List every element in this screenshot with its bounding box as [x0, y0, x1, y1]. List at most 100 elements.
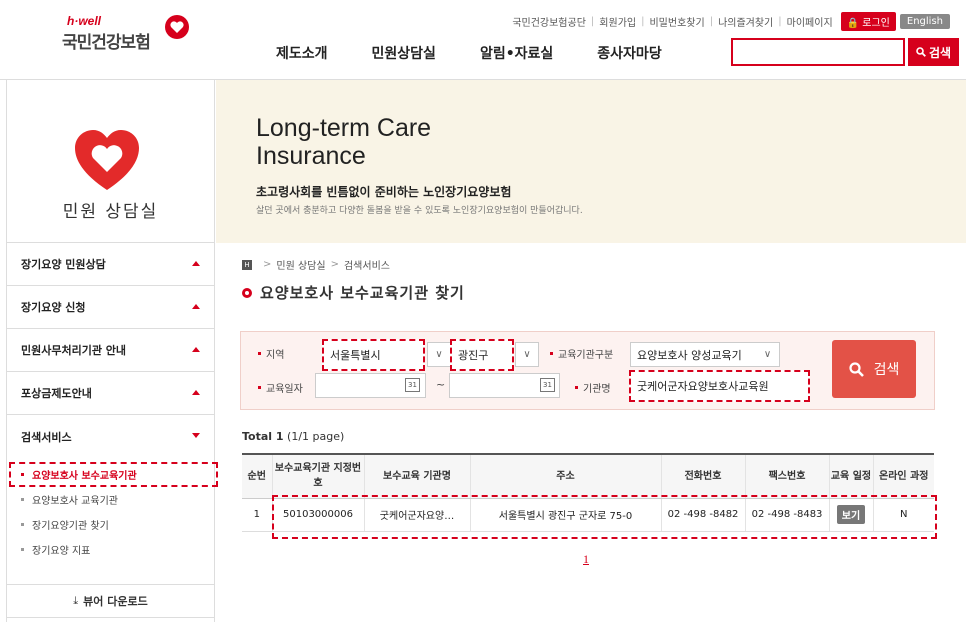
submenu-item-training-institution[interactable]: 요양보호사 교육기관 [7, 487, 214, 512]
nav-notice[interactable]: 알림•자료실 [480, 43, 553, 63]
menu-label: 장기요양 민원상담 [21, 258, 106, 271]
category-label: 교육기관구분 [550, 346, 613, 361]
english-button[interactable]: English [899, 14, 950, 29]
logo-name: 국민건강보험 [62, 33, 151, 53]
header: h·well 국민건강보험 국민건강보험공단 | 회원가입 | 비밀번호찾기 | 나의… [0, 0, 966, 80]
logo[interactable]: h·well 국민건강보험 [62, 14, 192, 64]
breadcrumb-item[interactable]: 검색서비스 [344, 257, 390, 272]
chevron-up-icon [192, 347, 200, 352]
menu-label: 민원사무처리기관 안내 [21, 344, 127, 357]
search-submit-button[interactable]: 검색 [832, 340, 916, 398]
link-find-password[interactable]: 비밀번호찾기 [649, 14, 704, 29]
header-search-button[interactable]: 검색 [908, 38, 959, 66]
circle-bullet-icon [242, 287, 252, 298]
col-header-institution-name: 보수교육 기관명 [363, 453, 470, 499]
nav-intro[interactable]: 제도소개 [276, 43, 328, 63]
total-count-value: 1 [275, 430, 284, 443]
col-header-designation-no: 보수교육기관 지정번호 [271, 453, 364, 499]
bullet-icon [21, 523, 24, 526]
heart-logo-icon [75, 130, 139, 190]
chevron-down-icon: ∨ [435, 349, 443, 360]
cell-institution-name[interactable]: 굿케어군자요양… [363, 498, 470, 532]
menu-label: 포상금제도안내 [21, 387, 92, 400]
table-row: 1 50103000006 굿케어군자요양… 서울특별시 광진구 군자로 75-… [242, 498, 934, 532]
header-search-input[interactable] [731, 38, 905, 66]
cell-phone: 02 -498 -8482 [660, 498, 745, 532]
date-label: 교육일자 [258, 380, 303, 395]
chevron-down-icon: ∨ [763, 349, 772, 360]
heart-logo-icon [165, 15, 189, 39]
total-count: Total 1 (1/1 page) [242, 430, 345, 443]
cell-schedule: 보기 [828, 498, 873, 532]
col-header-address: 주소 [469, 453, 661, 499]
table-header-row: 순번 보수교육기관 지정번호 보수교육 기관명 주소 전화번호 팩스번호 교육 … [242, 453, 934, 499]
link-nhis[interactable]: 국민건강보험공단 [512, 14, 586, 29]
menu-search-service[interactable]: 검색서비스 [7, 415, 214, 458]
bullet-icon [21, 473, 24, 476]
submenu-item-find-ltc-facility[interactable]: 장기요양기관 찾기 [7, 512, 214, 537]
district-dropdown-arrow[interactable]: ∨ [515, 342, 539, 367]
region-select[interactable]: 서울특별시 [322, 339, 425, 371]
home-icon[interactable]: H [242, 259, 252, 270]
cell-no: 1 [242, 498, 272, 532]
banner-title: Long-term Care Insurance [256, 114, 431, 170]
chevron-up-icon [192, 390, 200, 395]
submenu-item-ltc-indicator[interactable]: 장기요양 지표 [7, 537, 214, 562]
login-label: 로그인 [862, 18, 890, 29]
breadcrumb-item[interactable]: 민원 상담실 [276, 257, 325, 272]
org-name-input[interactable]: 굿케어군자요양보호사교육원 [629, 370, 810, 402]
viewer-download-button[interactable]: ⤓ 뷰어 다운로드 [7, 584, 214, 618]
submenu-label: 요양보호사 보수교육기관 [32, 471, 137, 482]
search-submit-label: 검색 [873, 362, 900, 378]
search-icon [849, 361, 864, 377]
banner-title-line1: Long-term Care [256, 114, 432, 142]
sidebar-title: 민원 상담실 [62, 202, 159, 222]
login-button[interactable]: 🔒 로그인 [840, 12, 896, 31]
menu-civil-office[interactable]: 민원사무처리기관 안내 [7, 329, 214, 372]
page-title-text: 요양보호사 보수교육기관 찾기 [260, 284, 465, 302]
logo-hwell: h·well [67, 14, 102, 28]
search-button-label: 검색 [928, 45, 952, 60]
menu-label: 장기요양 신청 [21, 301, 86, 314]
region-label: 지역 [258, 346, 284, 361]
calendar-icon[interactable]: 31 [405, 378, 420, 392]
org-name-label: 기관명 [575, 380, 611, 395]
col-header-no: 순번 [242, 453, 272, 499]
breadcrumb: H > 민원 상담실 > 검색서비스 [242, 257, 390, 272]
category-dropdown-arrow[interactable]: ∨ [756, 342, 780, 367]
page-info: (1/1 page) [287, 430, 345, 443]
district-select[interactable]: 광진구 [450, 339, 514, 371]
chevron-up-icon [192, 304, 200, 309]
sidebar: 민원 상담실 장기요양 민원상담 장기요양 신청 민원사무처리기관 안내 포상금… [6, 80, 218, 622]
col-header-phone: 전화번호 [660, 453, 745, 499]
nav-civil-service[interactable]: 민원상담실 [372, 43, 436, 63]
category-select[interactable]: 요양보호사 양성교육기 [630, 342, 757, 367]
page-title: 요양보호사 보수교육기관 찾기 [242, 282, 465, 303]
page-link[interactable]: 1 [583, 552, 589, 567]
chevron-down-icon: ∨ [523, 349, 531, 360]
download-icon: ⤓ [73, 594, 79, 607]
link-mypage[interactable]: 마이페이지 [787, 14, 833, 29]
submenu-label: 장기요양 지표 [32, 546, 91, 557]
nav-worker[interactable]: 종사자마당 [597, 43, 661, 63]
cell-address: 서울특별시 광진구 군자로 75-0 [469, 498, 661, 532]
link-signup[interactable]: 회원가입 [599, 14, 636, 29]
region-dropdown-arrow[interactable]: ∨ [427, 342, 451, 367]
banner: Long-term Care Insurance 초고령사회를 빈틈없이 준비하… [216, 80, 966, 243]
chevron-down-icon [192, 433, 200, 438]
bullet-icon [21, 548, 24, 551]
banner-description: 살던 곳에서 충분하고 다양한 돌봄을 받을 수 있도록 노인장기요양보험이 만… [256, 206, 583, 216]
banner-subtitle: 초고령사회를 빈틈없이 준비하는 노인장기요양보험 [256, 185, 512, 199]
col-header-online: 온라인 과정 [872, 453, 934, 499]
menu-ltc-consult[interactable]: 장기요양 민원상담 [7, 243, 214, 286]
submenu-label: 요양보호사 교육기관 [32, 496, 118, 507]
submenu-item-refresher-institution[interactable]: 요양보호사 보수교육기관 [9, 462, 218, 487]
view-schedule-button[interactable]: 보기 [836, 505, 866, 524]
bullet-icon [21, 498, 24, 501]
link-favorites[interactable]: 나의즐겨찾기 [718, 14, 773, 29]
top-utility-menu: 국민건강보험공단 | 회원가입 | 비밀번호찾기 | 나의즐겨찾기 | 마이페이지 🔒 … [512, 12, 950, 31]
menu-ltc-apply[interactable]: 장기요양 신청 [7, 286, 214, 329]
calendar-icon[interactable]: 31 [540, 378, 555, 392]
search-icon [916, 47, 926, 57]
menu-reward[interactable]: 포상금제도안내 [7, 372, 214, 415]
